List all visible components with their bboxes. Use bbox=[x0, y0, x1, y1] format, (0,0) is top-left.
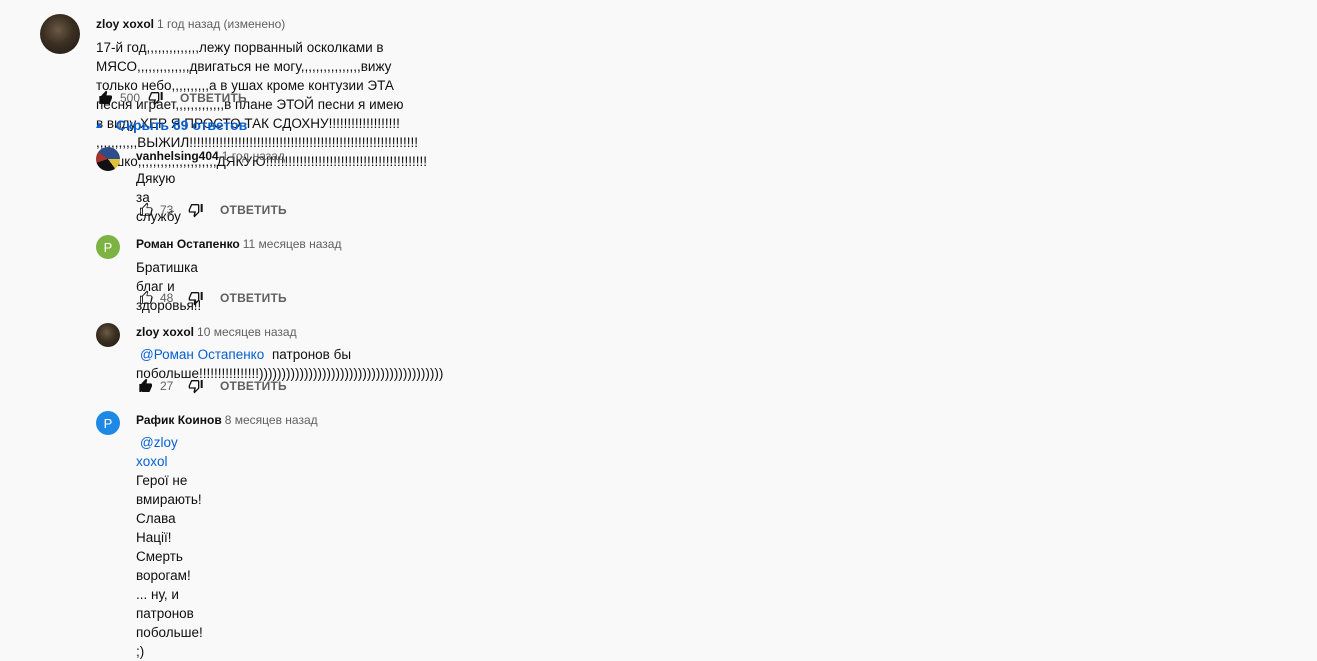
avatar[interactable]: Р bbox=[96, 411, 120, 435]
comment-actions: 500 ОТВЕТИТЬ bbox=[96, 88, 247, 108]
dislike-icon[interactable] bbox=[146, 88, 166, 108]
author-name[interactable]: zloy xoxol bbox=[136, 325, 194, 339]
author-name[interactable]: Рафик Коинов bbox=[136, 413, 222, 427]
like-count: 73 bbox=[160, 203, 174, 217]
reply-button[interactable]: ОТВЕТИТЬ bbox=[220, 379, 287, 393]
mention-link[interactable]: @zloy xoxol bbox=[136, 435, 178, 469]
comment-author[interactable]: zloy xoxol 10 месяцев назад bbox=[136, 325, 297, 339]
like-count: 48 bbox=[160, 291, 174, 305]
reply-button[interactable]: ОТВЕТИТЬ bbox=[180, 91, 247, 105]
comment-time[interactable]: 8 месяцев назад bbox=[225, 413, 318, 427]
avatar[interactable] bbox=[40, 14, 80, 54]
comment-author[interactable]: zloy xoxol 1 год назад (изменено) bbox=[96, 17, 285, 31]
avatar[interactable]: Р bbox=[96, 235, 120, 259]
author-name[interactable]: Роман Остапенко bbox=[136, 237, 240, 251]
comment-text: @zloy xoxol Герої не вмирають! Слава Нац… bbox=[136, 433, 203, 661]
comment-actions: 27 ОТВЕТИТЬ bbox=[136, 376, 287, 396]
comment-text-line: @zloy xoxol Герої не вмирають! bbox=[136, 433, 203, 509]
avatar[interactable] bbox=[96, 147, 120, 171]
comment-time[interactable]: 1 год назад bbox=[222, 149, 285, 163]
like-icon[interactable] bbox=[136, 200, 156, 220]
caret-up-icon: ▲ bbox=[94, 119, 104, 131]
comment-text-line: ... ну, и патронов побольше! ;) bbox=[136, 587, 203, 659]
comment-time[interactable]: 1 год назад (изменено) bbox=[157, 17, 285, 31]
author-name[interactable]: zloy xoxol bbox=[96, 17, 154, 31]
like-count: 500 bbox=[120, 91, 141, 105]
like-filled-icon[interactable] bbox=[96, 88, 116, 108]
comment-text-body: Герої не вмирають! bbox=[136, 473, 202, 507]
author-name[interactable]: vanhelsing404 bbox=[136, 149, 219, 163]
mention-link[interactable]: @Роман Остапенко bbox=[136, 347, 268, 362]
comment-author[interactable]: Роман Остапенко 11 месяцев назад bbox=[136, 237, 341, 251]
like-filled-icon[interactable] bbox=[136, 376, 156, 396]
like-icon[interactable] bbox=[136, 288, 156, 308]
comment-author[interactable]: Рафик Коинов 8 месяцев назад bbox=[136, 413, 318, 427]
comment-actions: 73 ОТВЕТИТЬ bbox=[136, 200, 287, 220]
dislike-icon[interactable] bbox=[186, 200, 206, 220]
hide-replies-button[interactable]: ▲ Скрыть 69 ответов bbox=[94, 117, 247, 133]
like-count: 27 bbox=[160, 379, 174, 393]
comment-time[interactable]: 10 месяцев назад bbox=[197, 325, 297, 339]
comment-author[interactable]: vanhelsing404 1 год назад bbox=[136, 149, 285, 163]
avatar-letter: Р bbox=[96, 235, 120, 259]
reply-button[interactable]: ОТВЕТИТЬ bbox=[220, 203, 287, 217]
comment-text-line: Слава Нації! Смерть ворогам! bbox=[136, 511, 191, 583]
avatar[interactable] bbox=[96, 323, 120, 347]
hide-replies-label: Скрыть 69 ответов bbox=[115, 117, 248, 133]
reply-button[interactable]: ОТВЕТИТЬ bbox=[220, 291, 287, 305]
dislike-icon[interactable] bbox=[186, 376, 206, 396]
comment-actions: 48 ОТВЕТИТЬ bbox=[136, 288, 287, 308]
dislike-icon[interactable] bbox=[186, 288, 206, 308]
comment-time[interactable]: 11 месяцев назад bbox=[243, 237, 342, 251]
avatar-letter: Р bbox=[96, 411, 120, 435]
